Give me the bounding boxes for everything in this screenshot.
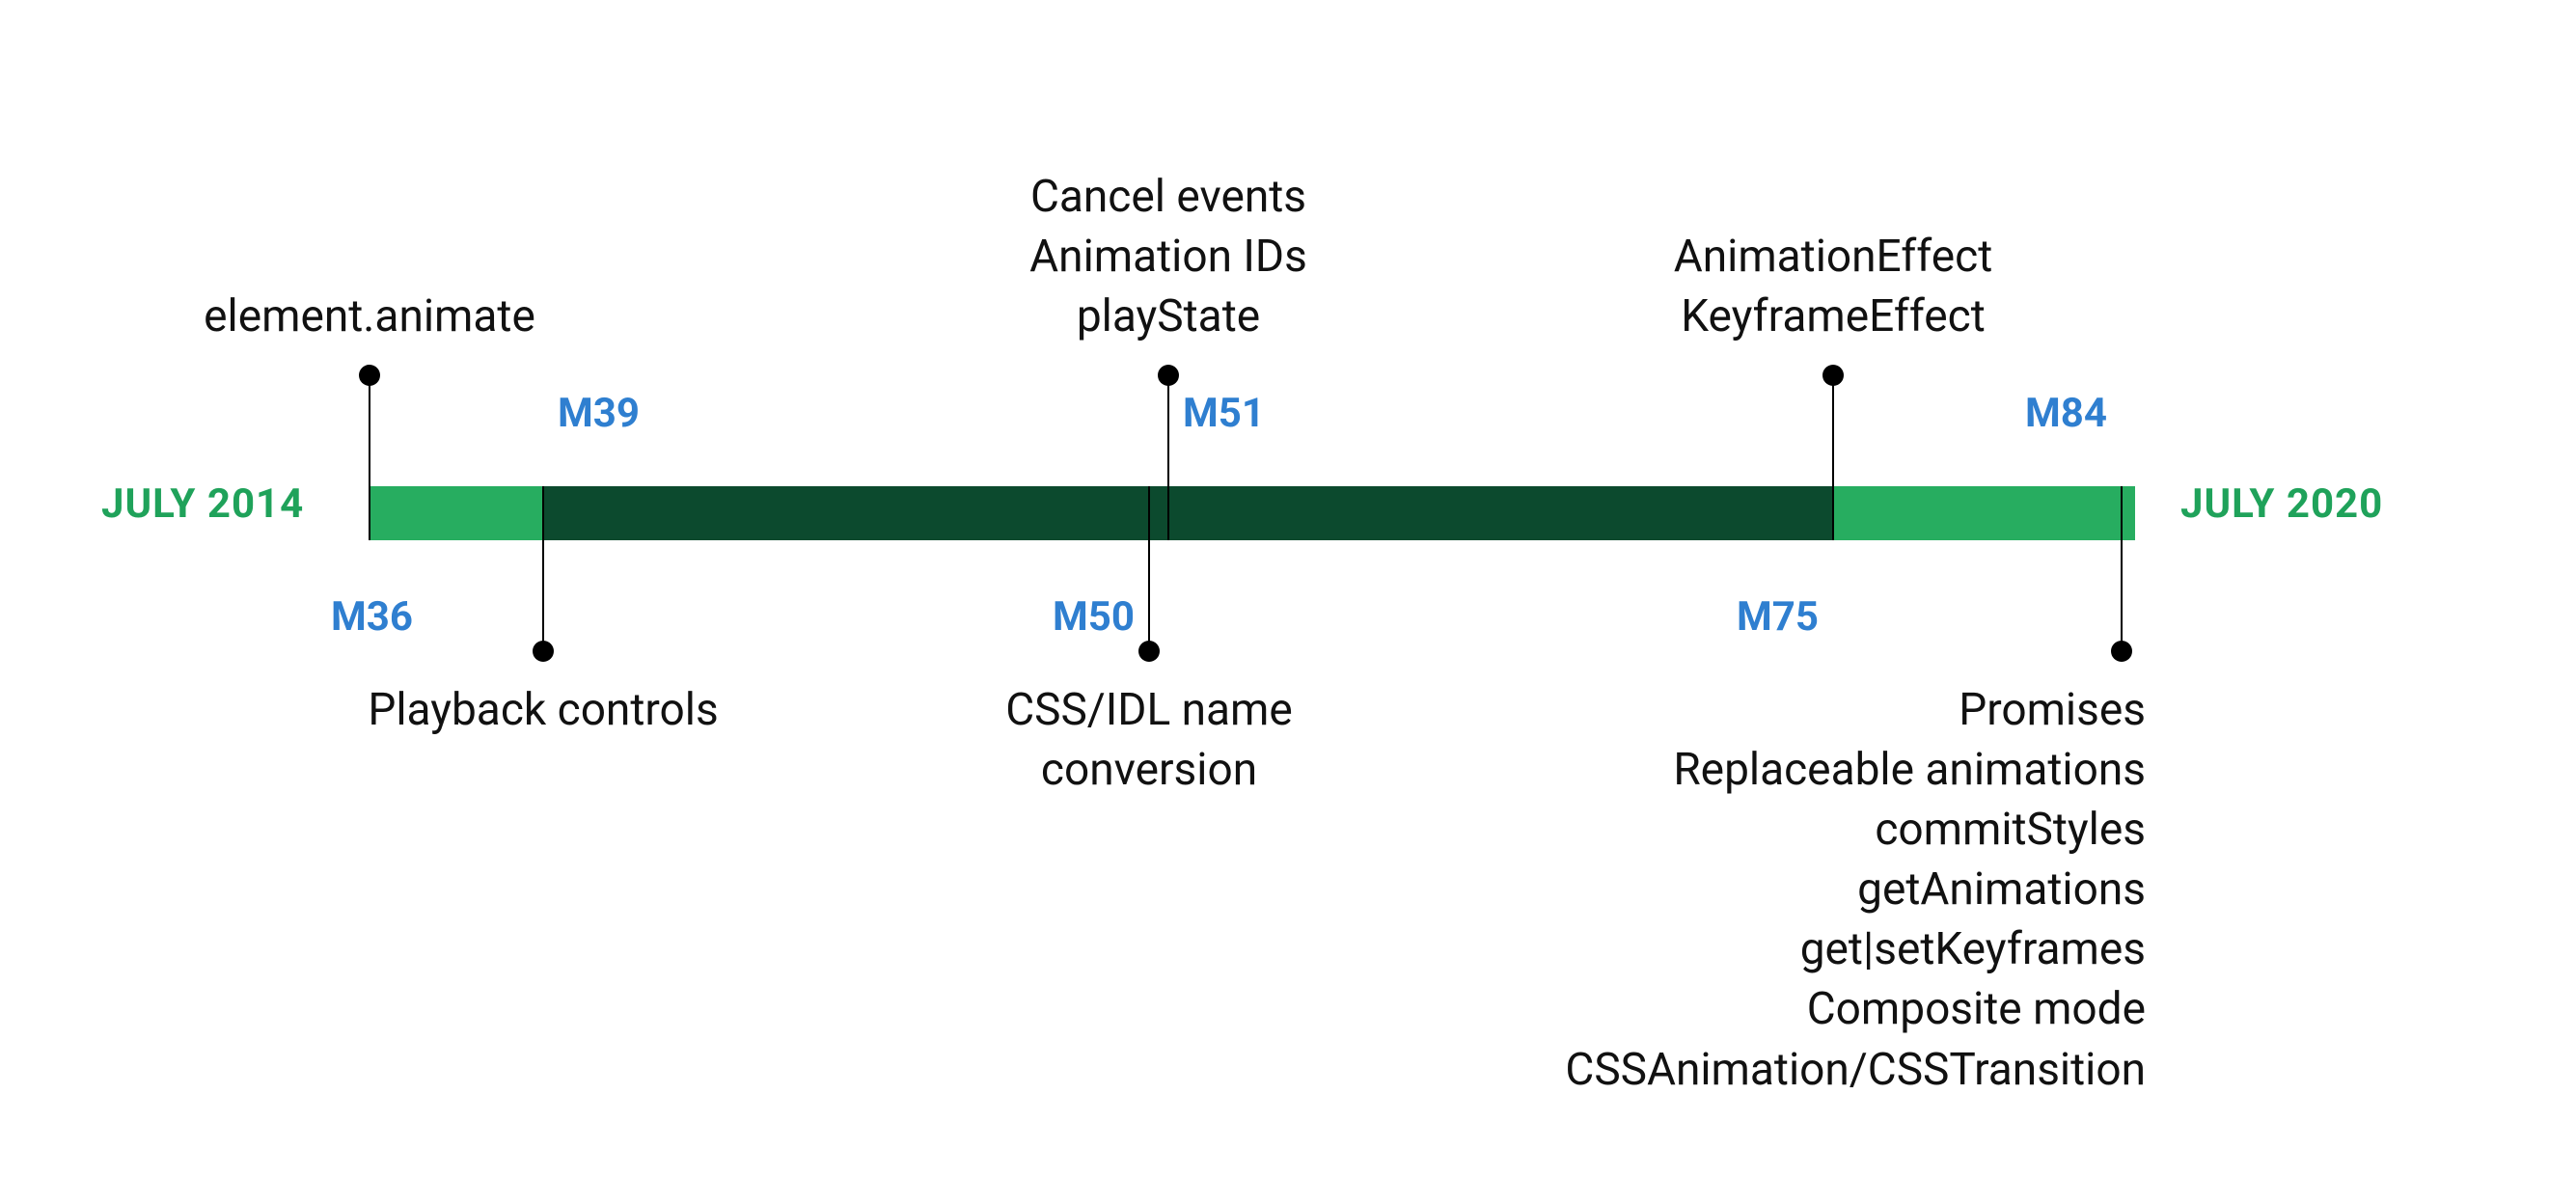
milestone-feature-line: Promises <box>1565 680 2146 740</box>
milestone-dot-m50 <box>1138 641 1160 662</box>
timeline-diagram: JULY 2014 JULY 2020 M36 element.animate M3… <box>0 0 2576 1204</box>
end-date-label: JULY 2020 <box>2180 480 2383 528</box>
milestone-feature-line: KeyframeEffect <box>1674 287 1993 346</box>
milestone-label-m50: M50 <box>1053 593 1135 641</box>
milestone-features-m51: Cancel eventsAnimation IDsplayState <box>1029 167 1307 346</box>
milestone-feature-line: Replaceable animations <box>1565 740 2146 800</box>
milestone-feature-line: getAnimations <box>1565 860 2146 919</box>
milestone-feature-line: Animation IDs <box>1029 227 1307 287</box>
milestone-tick-m36 <box>369 375 370 540</box>
milestone-dot-m84 <box>2111 641 2132 662</box>
milestone-feature-line: AnimationEffect <box>1674 227 1993 287</box>
milestone-label-m84: M84 <box>2025 390 2107 437</box>
milestone-feature-line: element.animate <box>204 287 535 346</box>
milestone-tick-m51 <box>1167 375 1169 540</box>
milestone-dot-m75 <box>1822 365 1844 386</box>
milestone-features-m75: AnimationEffectKeyframeEffect <box>1674 227 1993 346</box>
timeline-bar-inner <box>543 486 1833 540</box>
milestone-tick-m75 <box>1832 375 1834 540</box>
milestone-feature-line: playState <box>1029 287 1307 346</box>
milestone-label-m75: M75 <box>1737 593 1819 641</box>
milestone-feature-line: CSSAnimation/CSSTransition <box>1565 1040 2146 1100</box>
milestone-tick-m84 <box>2121 486 2123 651</box>
milestone-label-m39: M39 <box>558 390 640 437</box>
milestone-feature-line: conversion <box>1005 740 1293 800</box>
milestone-dot-m39 <box>533 641 554 662</box>
milestone-label-m51: M51 <box>1183 390 1265 437</box>
milestone-feature-line: commitStyles <box>1565 800 2146 860</box>
milestone-feature-line: get|setKeyframes <box>1565 919 2146 979</box>
start-date-label: JULY 2014 <box>101 480 304 528</box>
milestone-features-m50: CSS/IDL nameconversion <box>1005 680 1293 800</box>
milestone-features-m84: PromisesReplaceable animationscommitStyl… <box>1565 680 2146 1100</box>
milestone-features-m39: Playback controls <box>368 680 718 740</box>
milestone-tick-m50 <box>1148 486 1150 651</box>
milestone-label-m36: M36 <box>331 593 413 641</box>
milestone-feature-line: Composite mode <box>1565 979 2146 1039</box>
milestone-feature-line: Cancel events <box>1029 167 1307 227</box>
milestone-dot-m51 <box>1158 365 1179 386</box>
milestone-feature-line: CSS/IDL name <box>1005 680 1293 740</box>
milestone-tick-m39 <box>542 486 544 651</box>
milestone-dot-m36 <box>359 365 380 386</box>
milestone-feature-line: Playback controls <box>368 680 718 740</box>
milestone-features-m36: element.animate <box>204 287 535 346</box>
